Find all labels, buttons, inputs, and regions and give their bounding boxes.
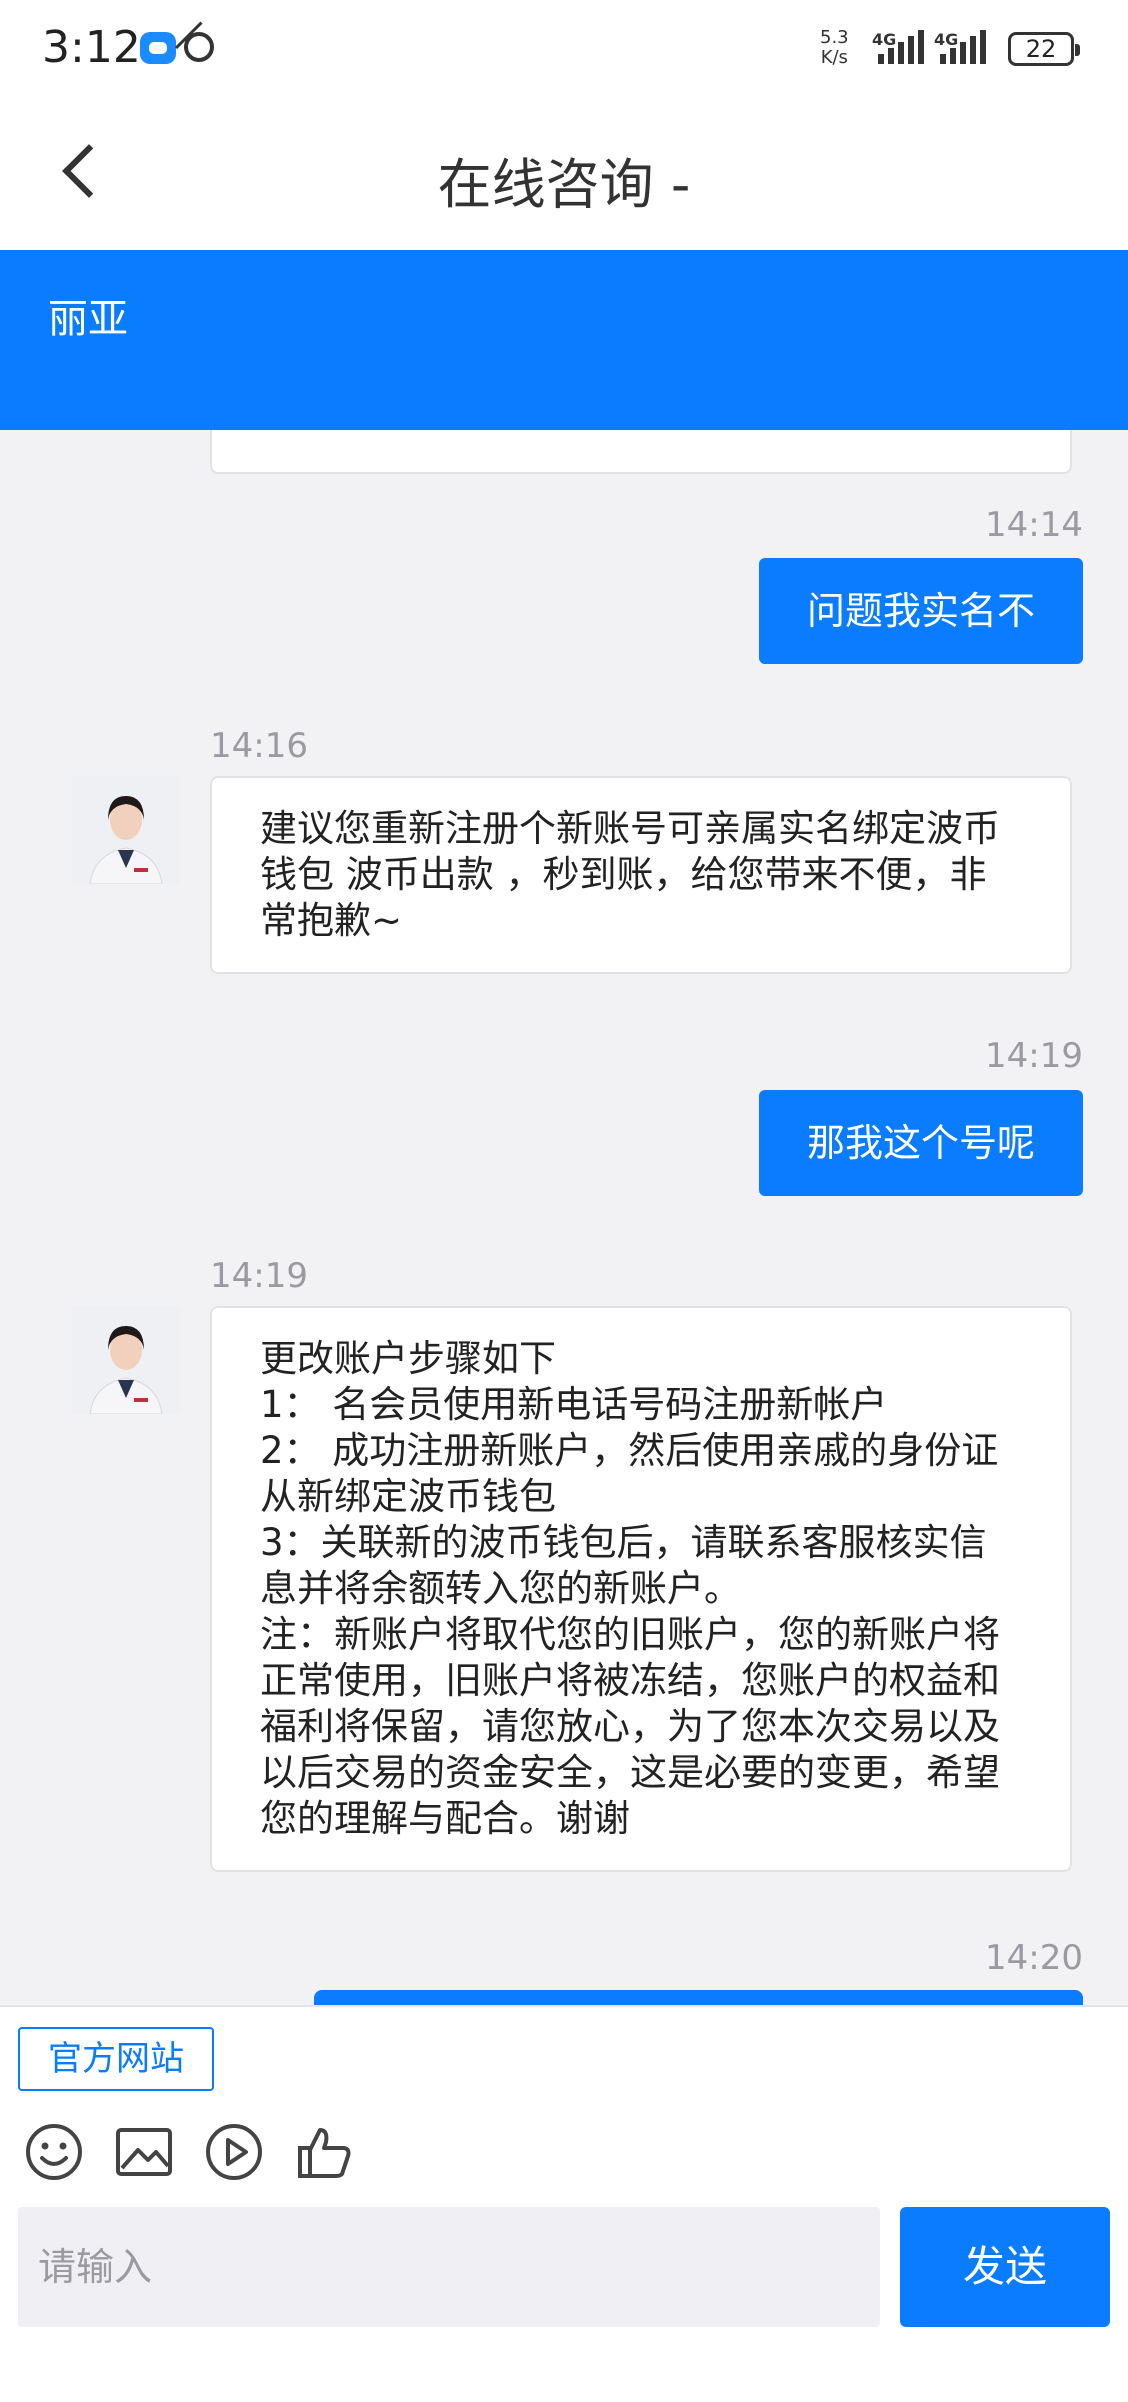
video-icon[interactable] (204, 2122, 264, 2182)
message-input[interactable] (18, 2207, 880, 2327)
battery-icon: 22 (1008, 32, 1080, 66)
official-site-button[interactable]: 官方网站 (18, 2027, 214, 2091)
battery-level: 22 (1025, 35, 1057, 63)
agent-avatar (72, 776, 180, 884)
message-input-container (18, 2207, 880, 2327)
agent-avatar (72, 1306, 180, 1414)
signal-label-2: 4G (934, 30, 959, 49)
network-speed-unit: K/s (820, 47, 848, 68)
outgoing-message: 问题我实名不 (758, 558, 1083, 664)
page-title: 在线咨询 - (437, 153, 691, 216)
outgoing-message-partial (314, 1990, 1083, 2005)
outgoing-message: 那我这个号呢 (758, 1090, 1083, 1196)
bottom-bar: 官方网站 发送 (0, 2005, 1128, 2402)
message-timestamp: 14:16 (210, 726, 308, 766)
network-speed-value: 5.3 (820, 27, 849, 48)
signal-strength-icon: 4G (872, 28, 932, 68)
message-timestamp: 14:19 (985, 1036, 1083, 1076)
emoji-icon[interactable] (24, 2122, 84, 2182)
previous-message-bubble (210, 430, 1072, 474)
incoming-message: 建议您重新注册个新账号可亲属实名绑定波币钱包 波币出款 ，秒到账，给您带来不便，… (210, 776, 1072, 974)
incoming-message: 更改账户步骤如下 1： 名会员使用新电话号码注册新帐户 2： 成功注册新账户，然… (210, 1306, 1072, 1872)
signal-label: 4G (872, 30, 897, 49)
status-time: 3:12 (42, 22, 141, 73)
network-speed: 5.3 K/s (820, 28, 849, 68)
header: 在线咨询 - (0, 100, 1128, 250)
agent-banner: 丽亚 (0, 250, 1128, 430)
status-bar: 3:12 5.3 K/s 4G 4G 22 (0, 0, 1128, 100)
alarm-icon (184, 32, 214, 62)
message-timestamp: 14:14 (985, 505, 1083, 545)
message-timestamp: 14:20 (985, 1938, 1083, 1978)
message-timestamp: 14:19 (210, 1256, 308, 1296)
signal-strength-icon-2: 4G (934, 28, 994, 68)
thumbs-up-icon[interactable] (294, 2122, 354, 2182)
image-icon[interactable] (114, 2122, 174, 2182)
send-button[interactable]: 发送 (900, 2207, 1110, 2327)
agent-name: 丽亚 (48, 296, 128, 342)
message-notification-icon (140, 32, 176, 64)
chat-area[interactable]: 14:14 问题我实名不 14:16 建议您重新注册个新账号可亲属实名绑定波币钱… (0, 430, 1128, 2005)
